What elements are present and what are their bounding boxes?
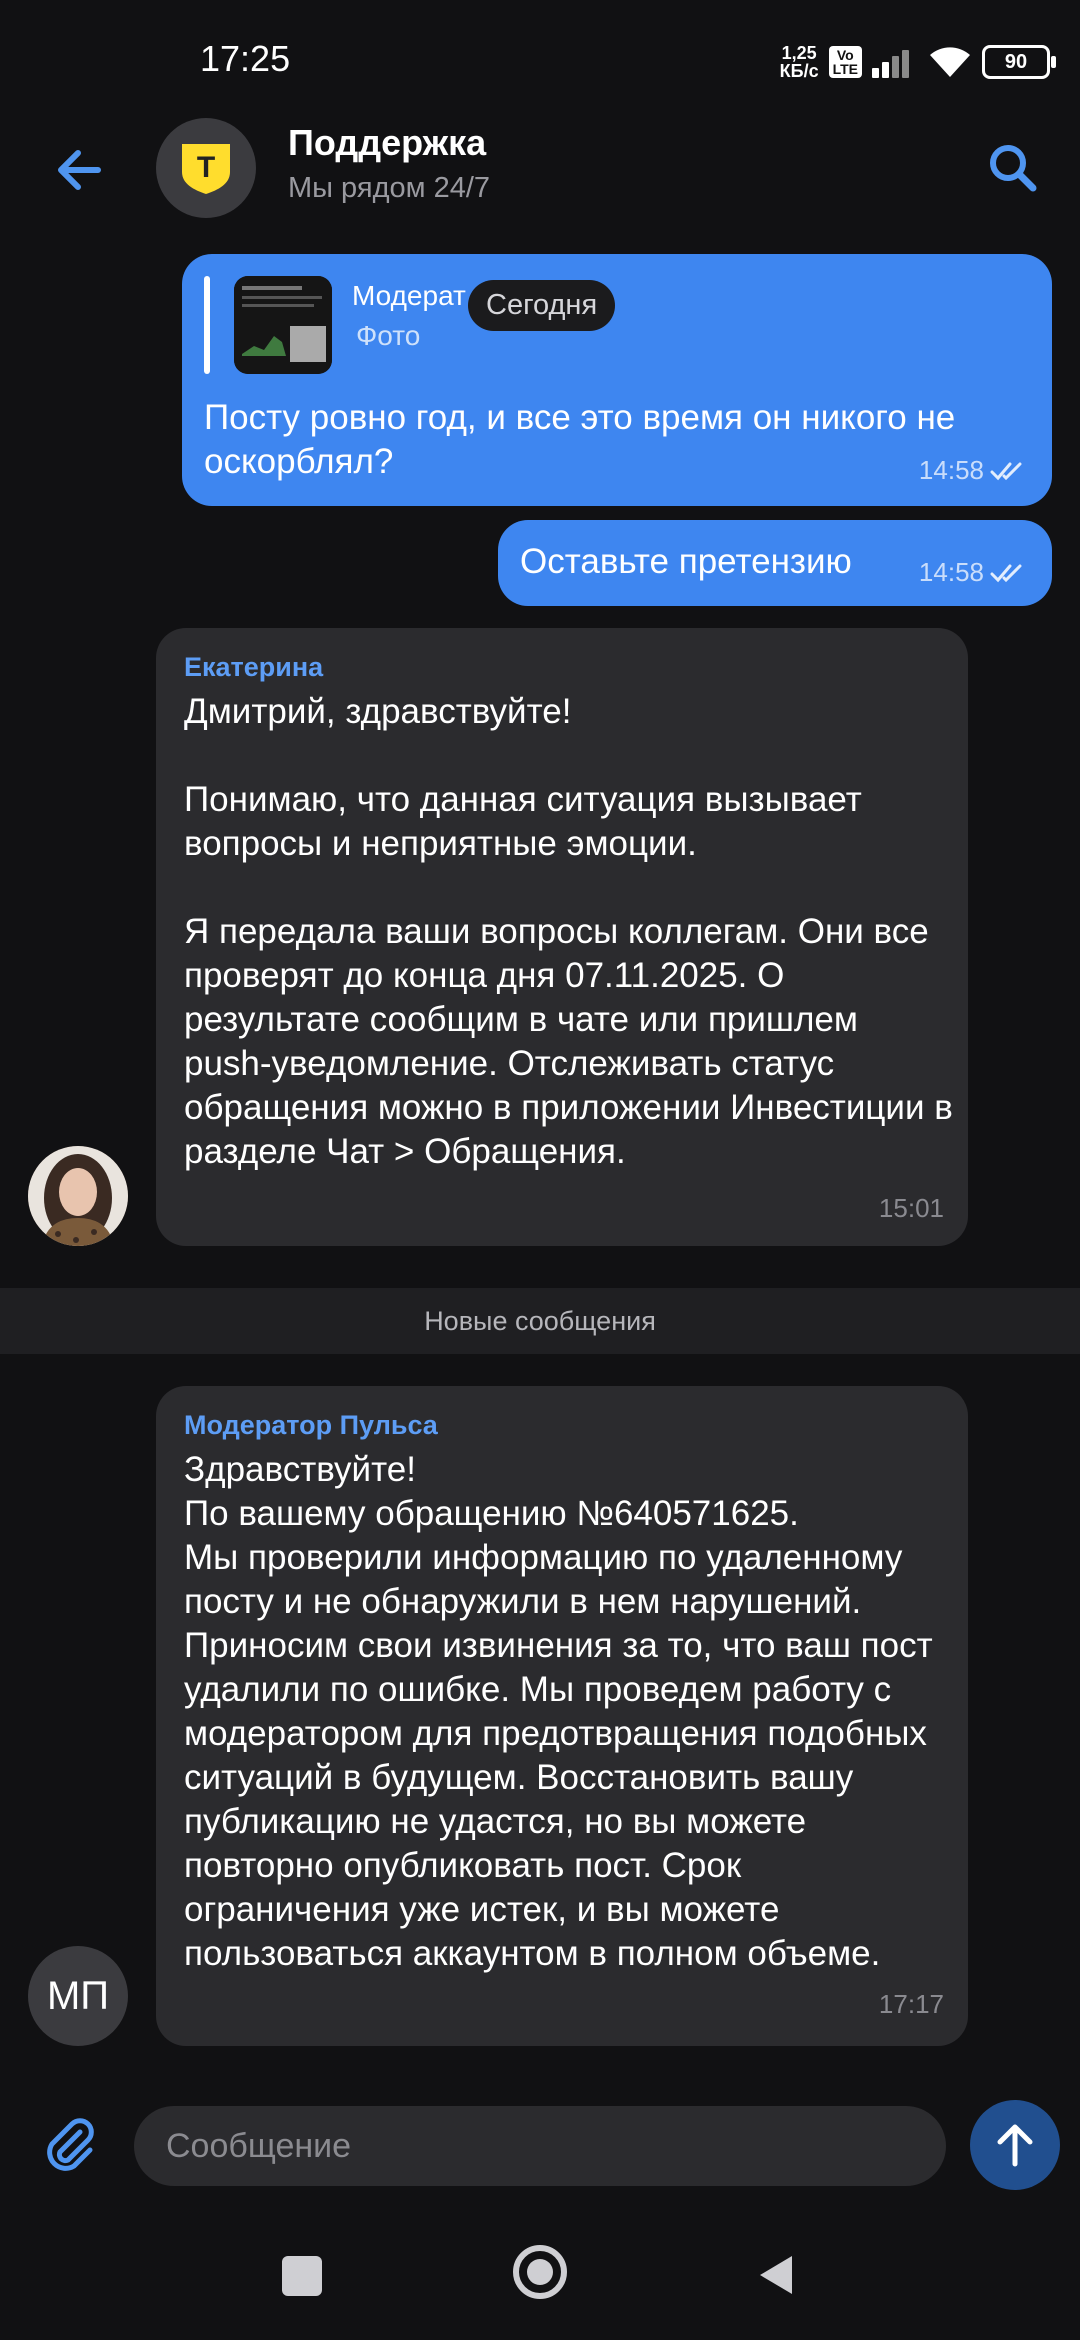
svg-text:T: T: [197, 151, 215, 184]
recents-nav-button[interactable]: [282, 2256, 322, 2296]
back-arrow-icon[interactable]: [50, 140, 110, 200]
message-outgoing[interactable]: Оставьте претензию 14:58: [498, 520, 1052, 606]
message-incoming[interactable]: Екатерина Дмитрий, здравствуйте! Понимаю…: [156, 628, 968, 1246]
search-icon[interactable]: [985, 140, 1041, 196]
status-icons: 1,25 КБ/с Vo LTE 90: [779, 42, 1056, 82]
sender-name: Модератор Пульса: [184, 1410, 438, 1440]
message-input[interactable]: [134, 2106, 946, 2186]
message-text: Здравствуйте! По вашему обращению №64057…: [184, 1450, 933, 1973]
photo-thumbnail-icon: [234, 276, 332, 374]
tinkoff-shield-logo-icon: T: [182, 144, 230, 194]
agent-photo-icon: [28, 1146, 128, 1246]
message-time: 17:17: [878, 1989, 944, 2019]
sender-name: Екатерина: [184, 652, 324, 682]
volte-icon: Vo LTE: [828, 46, 862, 78]
back-nav-button[interactable]: [752, 2250, 802, 2300]
reply-type: Фото: [356, 320, 421, 351]
arrow-up-icon: [997, 2124, 1033, 2167]
double-check-icon: [990, 462, 1022, 480]
date-pill: Сегодня: [468, 280, 616, 331]
message-text: Дмитрий, здравствуйте! Понимаю, что данн…: [184, 692, 953, 1171]
wifi-icon: [930, 47, 970, 77]
signal-icon: [872, 50, 909, 78]
chat-avatar[interactable]: T: [156, 118, 256, 218]
agent-avatar[interactable]: [28, 1146, 128, 1246]
double-check-icon: [990, 564, 1022, 582]
battery-icon: 90: [982, 45, 1056, 79]
network-speed: 1,25 КБ/с: [779, 43, 819, 81]
message-incoming[interactable]: Модератор Пульса Здравствуйте! По вашему…: [156, 1386, 968, 2046]
reply-thumbnail[interactable]: [234, 276, 332, 374]
message-outgoing[interactable]: Модерат Фото Посту ровно год, и все это …: [182, 254, 1052, 506]
status-time: 17:25: [200, 38, 291, 79]
attach-paperclip-icon[interactable]: [40, 2114, 100, 2174]
reply-author: Модерат: [352, 280, 466, 311]
moderator-avatar[interactable]: МП: [28, 1946, 128, 2046]
home-nav-button[interactable]: [512, 2244, 568, 2300]
message-text: Посту ровно год, и все это время он нико…: [204, 398, 966, 481]
chat-title[interactable]: Поддержка: [288, 122, 486, 164]
message-time: 14:58: [919, 557, 1028, 588]
message-time: 14:58: [919, 455, 1028, 486]
reply-bar: [204, 276, 210, 374]
send-button[interactable]: [970, 2100, 1060, 2190]
chat-subtitle: Мы рядом 24/7: [288, 172, 491, 204]
message-text: Оставьте претензию: [520, 542, 852, 581]
new-messages-divider: Новые сообщения: [0, 1288, 1080, 1354]
message-time: 15:01: [878, 1193, 944, 1223]
